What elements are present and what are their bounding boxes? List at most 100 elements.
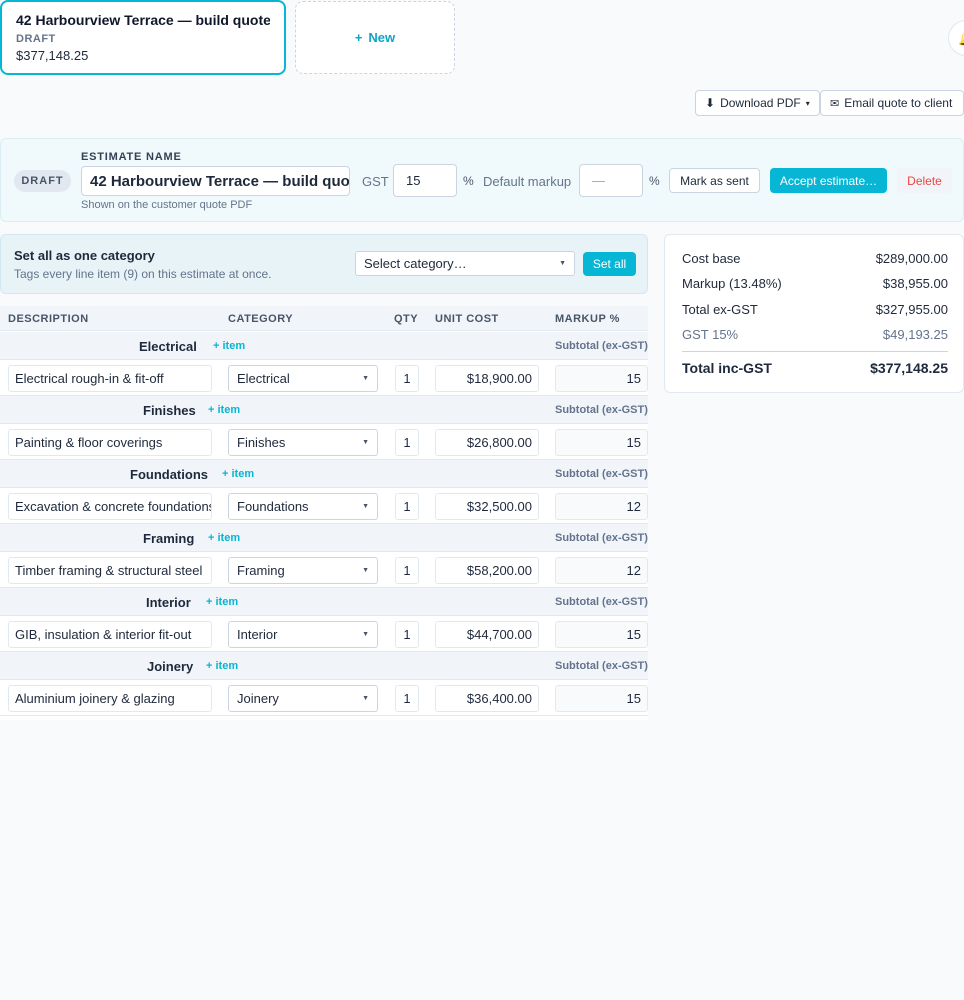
column-category: CATEGORY bbox=[228, 313, 294, 325]
markup-input[interactable]: 15 bbox=[555, 685, 648, 712]
email-quote-button[interactable]: ✉ Email quote to client bbox=[820, 90, 964, 116]
add-item-button[interactable]: + item bbox=[222, 468, 254, 480]
download-pdf-button[interactable]: ⬇ Download PDF ▾ bbox=[695, 90, 820, 116]
estimate-tab-title: 42 Harbourview Terrace — build quote bbox=[16, 12, 270, 28]
cost-base-row: Cost base $289,000.00 bbox=[682, 251, 948, 266]
estimate-tab-total: $377,148.25 bbox=[16, 48, 89, 63]
markup-input[interactable]: 12 bbox=[555, 557, 648, 584]
group-subtotal-label: Subtotal (ex-GST) bbox=[555, 660, 648, 672]
table-row: GIB, insulation & interior fit-out Inter… bbox=[0, 616, 648, 652]
table-header: DESCRIPTION CATEGORY QTY UNIT COST MARKU… bbox=[0, 306, 648, 331]
total-value: $377,148.25 bbox=[870, 360, 948, 376]
column-unit-cost: UNIT COST bbox=[435, 313, 499, 325]
gst-row: GST 15% $49,193.25 bbox=[682, 327, 948, 342]
cost-base-value: $289,000.00 bbox=[875, 251, 948, 266]
qty-input[interactable]: 1 bbox=[395, 621, 419, 648]
unit-cost-input[interactable]: $18,900.00 bbox=[435, 365, 539, 392]
chevron-down-icon: ▼ bbox=[362, 503, 369, 510]
unit-cost-input[interactable]: $26,800.00 bbox=[435, 429, 539, 456]
accept-estimate-button[interactable]: Accept estimate… bbox=[770, 168, 887, 193]
markup-input[interactable]: 15 bbox=[555, 429, 648, 456]
set-all-button[interactable]: Set all bbox=[583, 252, 636, 276]
chevron-down-icon: ▼ bbox=[362, 567, 369, 574]
group-header: Foundations + item Subtotal (ex-GST) bbox=[0, 460, 648, 488]
group-subtotal-label: Subtotal (ex-GST) bbox=[555, 596, 648, 608]
category-dropdown[interactable]: Foundations ▼ bbox=[228, 493, 378, 520]
delete-button[interactable]: Delete bbox=[897, 168, 952, 193]
plus-icon: + bbox=[354, 30, 363, 45]
chevron-down-icon: ▾ bbox=[805, 98, 810, 108]
category-dropdown[interactable]: Interior ▼ bbox=[228, 621, 378, 648]
markup-input[interactable]: 15 bbox=[555, 621, 648, 648]
gst-summary-value: $49,193.25 bbox=[882, 327, 948, 342]
chevron-down-icon: ▼ bbox=[362, 375, 369, 382]
qty-input[interactable]: 1 bbox=[395, 685, 419, 712]
unit-cost-input[interactable]: $58,200.00 bbox=[435, 557, 539, 584]
description-input[interactable]: Aluminium joinery & glazing bbox=[8, 685, 212, 712]
add-item-button[interactable]: + item bbox=[213, 340, 245, 352]
category-dropdown[interactable]: Joinery ▼ bbox=[228, 685, 378, 712]
category-dropdown[interactable]: Electrical ▼ bbox=[228, 365, 378, 392]
gst-summary-label: GST 15% bbox=[682, 327, 739, 342]
bell-icon[interactable]: 🔔 bbox=[948, 20, 964, 56]
unit-cost-input[interactable]: $32,500.00 bbox=[435, 493, 539, 520]
estimate-name-input[interactable]: 42 Harbourview Terrace — build quote bbox=[81, 166, 350, 196]
add-item-button[interactable]: + item bbox=[208, 404, 240, 416]
qty-input[interactable]: 1 bbox=[395, 493, 419, 520]
unit-cost-input[interactable]: $36,400.00 bbox=[435, 685, 539, 712]
qty-input[interactable]: 1 bbox=[395, 557, 419, 584]
default-markup-unit: % bbox=[649, 174, 660, 188]
markup-input[interactable]: 12 bbox=[555, 493, 648, 520]
category-dropdown[interactable]: Finishes ▼ bbox=[228, 429, 378, 456]
category-value: Joinery bbox=[237, 691, 279, 706]
category-value: Finishes bbox=[237, 435, 286, 450]
gst-input[interactable]: 15 bbox=[393, 164, 457, 197]
column-markup: MARKUP % bbox=[555, 313, 620, 325]
category-select-value: Select category… bbox=[364, 256, 467, 271]
cost-base-label: Cost base bbox=[682, 251, 741, 266]
line-items-table: DESCRIPTION CATEGORY QTY UNIT COST MARKU… bbox=[0, 306, 648, 720]
gst-unit: % bbox=[463, 174, 474, 188]
group-header: Framing + item Subtotal (ex-GST) bbox=[0, 524, 648, 552]
group-name: Electrical bbox=[139, 339, 197, 354]
mark-as-sent-button[interactable]: Mark as sent bbox=[669, 168, 760, 193]
add-item-button[interactable]: + item bbox=[206, 660, 238, 672]
default-markup-input[interactable]: — bbox=[579, 164, 643, 197]
unit-cost-input[interactable]: $44,700.00 bbox=[435, 621, 539, 648]
group-header: Joinery + item Subtotal (ex-GST) bbox=[0, 652, 648, 680]
description-input[interactable]: Timber framing & structural steel bbox=[8, 557, 212, 584]
estimate-tab-status: DRAFT bbox=[16, 33, 56, 45]
new-estimate-button[interactable]: + New bbox=[295, 1, 455, 74]
add-item-button[interactable]: + item bbox=[208, 532, 240, 544]
default-markup-label: Default markup bbox=[483, 174, 572, 189]
chevron-down-icon: ▼ bbox=[559, 260, 566, 267]
estimate-name-hint: Shown on the customer quote PDF bbox=[81, 199, 253, 211]
estimate-tab[interactable]: 42 Harbourview Terrace — build quote DRA… bbox=[0, 0, 286, 75]
group-subtotal-label: Subtotal (ex-GST) bbox=[555, 468, 648, 480]
group-name: Framing bbox=[143, 531, 195, 546]
group-name: Foundations bbox=[130, 467, 208, 482]
category-dropdown[interactable]: Framing ▼ bbox=[228, 557, 378, 584]
new-estimate-label: New bbox=[368, 30, 396, 45]
qty-input[interactable]: 1 bbox=[395, 429, 419, 456]
description-input[interactable]: Excavation & concrete foundations bbox=[8, 493, 212, 520]
table-row: Electrical rough-in & fit-off Electrical… bbox=[0, 360, 648, 396]
description-input[interactable]: Electrical rough-in & fit-off bbox=[8, 365, 212, 392]
qty-input[interactable]: 1 bbox=[395, 365, 419, 392]
download-icon: ⬇ bbox=[705, 96, 716, 110]
set-category-card: Set all as one category Tags every line … bbox=[0, 234, 648, 294]
markup-row: Markup (13.48%) $38,955.00 bbox=[682, 276, 948, 291]
markup-input[interactable]: 15 bbox=[555, 365, 648, 392]
group-header: Finishes + item Subtotal (ex-GST) bbox=[0, 396, 648, 424]
add-item-button[interactable]: + item bbox=[206, 596, 238, 608]
total-row: Total inc-GST $377,148.25 bbox=[682, 360, 948, 376]
status-badge: DRAFT bbox=[14, 170, 71, 192]
estimate-name-label: ESTIMATE NAME bbox=[81, 151, 182, 163]
estimate-header-card: DRAFT ESTIMATE NAME 42 Harbourview Terra… bbox=[0, 138, 964, 222]
summary-divider bbox=[682, 351, 948, 352]
ex-gst-label: Total ex-GST bbox=[682, 302, 758, 317]
description-input[interactable]: GIB, insulation & interior fit-out bbox=[8, 621, 212, 648]
category-select[interactable]: Select category… ▼ bbox=[355, 251, 575, 276]
description-input[interactable]: Painting & floor coverings bbox=[8, 429, 212, 456]
category-value: Framing bbox=[237, 563, 285, 578]
